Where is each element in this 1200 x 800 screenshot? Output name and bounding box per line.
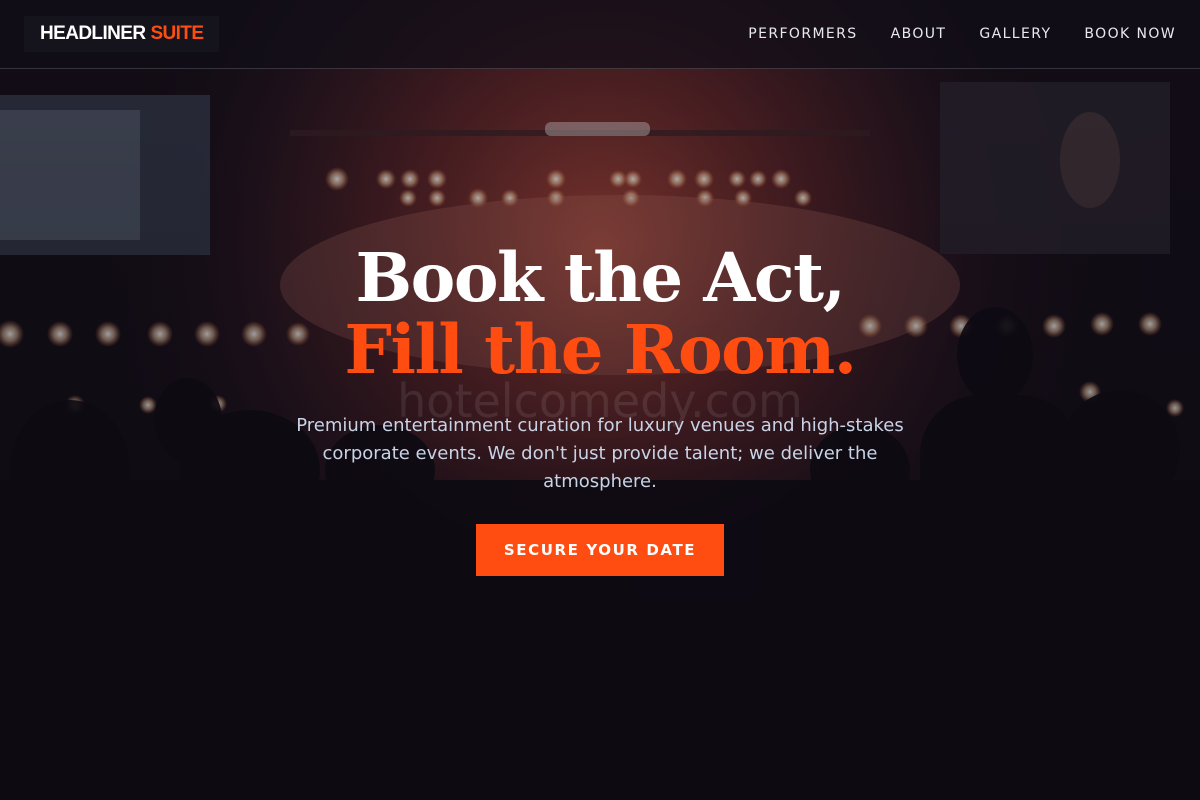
- hero-subtitle: Premium entertainment curation for luxur…: [296, 415, 904, 492]
- nav-link-gallery[interactable]: GALLERY: [979, 26, 1051, 42]
- hero-section: hotelcomedy.com Book the Act, Fill the R…: [0, 0, 1200, 800]
- nav-link-book-now[interactable]: BOOK NOW: [1084, 26, 1176, 42]
- headline-line-2: Fill the Room.: [344, 310, 857, 389]
- brand-logo[interactable]: HEADLINER SUITE: [24, 16, 220, 52]
- brand-name-accent: SUITE: [150, 23, 204, 44]
- secure-your-date-button[interactable]: SECURE YOUR DATE: [476, 524, 724, 576]
- headline-line-1: Book the Act,: [355, 238, 846, 317]
- nav-link-performers[interactable]: PERFORMERS: [748, 26, 857, 42]
- brand-name-main: HEADLINER: [40, 23, 146, 44]
- top-navigation-bar: HEADLINER SUITE PERFORMERS ABOUT GALLERY…: [0, 0, 1200, 69]
- nav-links: PERFORMERS ABOUT GALLERY BOOK NOW: [748, 0, 1176, 68]
- hero-headline: Book the Act, Fill the Room.: [0, 242, 1200, 386]
- hero-content: Book the Act, Fill the Room. Premium ent…: [0, 242, 1200, 576]
- nav-link-about[interactable]: ABOUT: [891, 26, 947, 42]
